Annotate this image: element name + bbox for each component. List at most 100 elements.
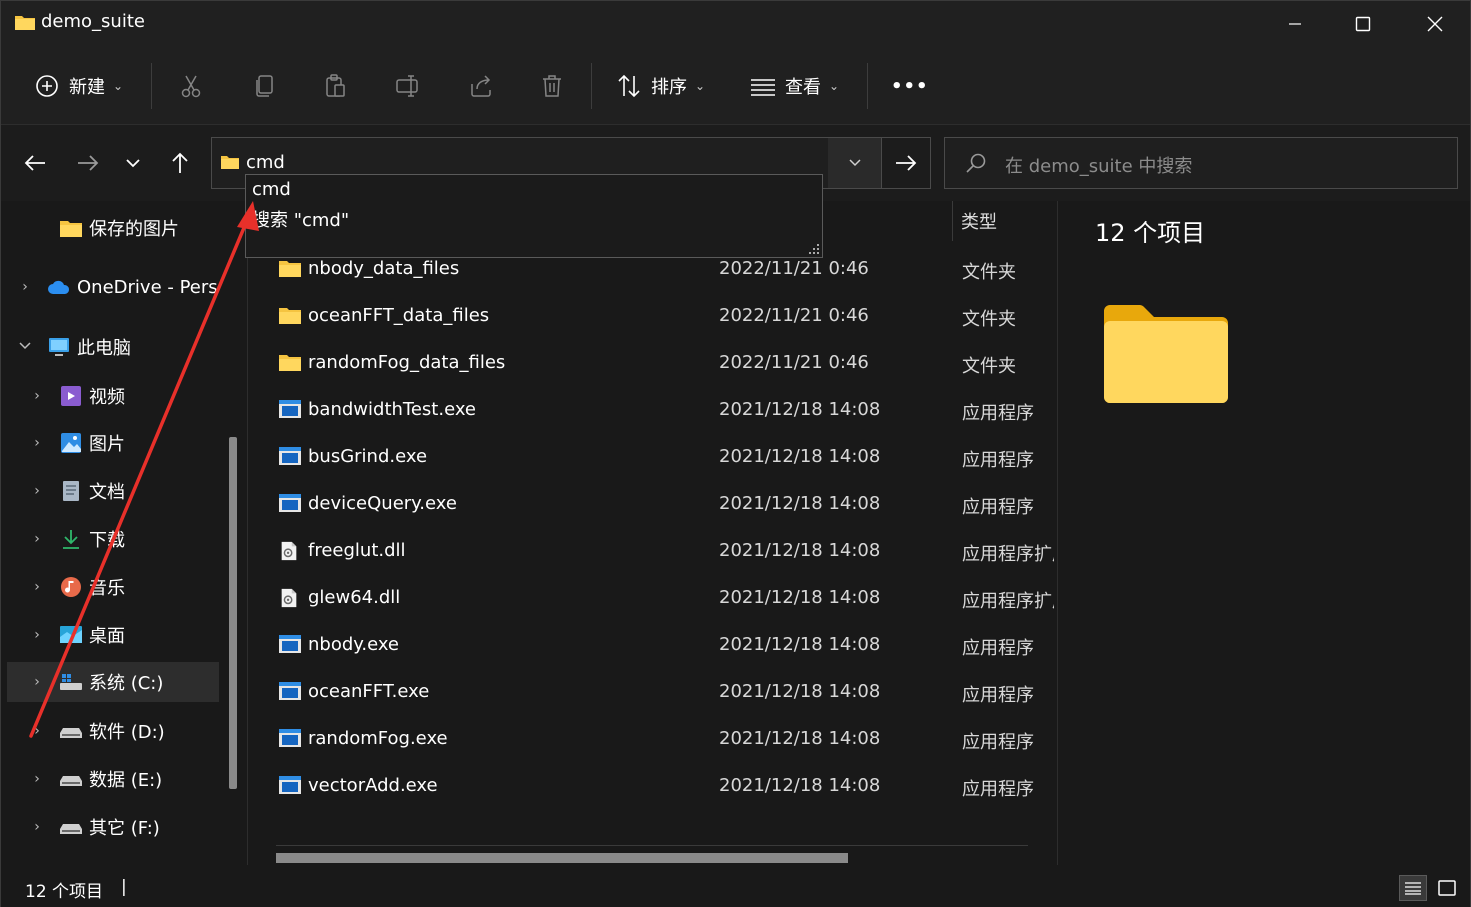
forward-button[interactable]: [70, 147, 106, 179]
column-separator[interactable]: [952, 201, 953, 241]
more-icon: •••: [891, 75, 929, 97]
chevron-right-icon[interactable]: ›: [29, 771, 45, 787]
file-name: randomFog.exe: [308, 728, 448, 749]
address-dropdown-button[interactable]: [828, 138, 881, 188]
sidebar-item-onedrive[interactable]: › OneDrive - Personal: [7, 267, 219, 307]
sidebar-item-drive-f[interactable]: › 其它 (F:): [7, 807, 219, 847]
navigation-pane: 保存的图片 › OneDrive - Personal 此电脑 › 视频 › 图…: [1, 201, 241, 865]
sidebar-item-music[interactable]: › 音乐: [7, 567, 219, 607]
chevron-right-icon[interactable]: ›: [29, 531, 45, 547]
folder-icon: [278, 305, 302, 327]
toolbar-divider: [591, 63, 592, 109]
horizontal-scrollbar[interactable]: [276, 853, 848, 863]
file-row[interactable]: busGrind.exe 2021/12/18 14:08 应用程序: [272, 436, 1054, 480]
chevron-right-icon[interactable]: ›: [29, 579, 45, 595]
folder-icon: [278, 352, 302, 374]
minimize-button[interactable]: [1261, 1, 1329, 47]
chevron-right-icon[interactable]: ›: [29, 819, 45, 835]
file-type: 应用程序扩展: [962, 591, 1054, 612]
recent-locations-button[interactable]: [115, 147, 151, 179]
file-row[interactable]: randomFog.exe 2021/12/18 14:08 应用程序: [272, 718, 1054, 762]
file-date: 2021/12/18 14:08: [719, 634, 881, 655]
sidebar-item-videos[interactable]: › 视频: [7, 376, 219, 416]
column-header-label: 类型: [961, 212, 997, 233]
file-row[interactable]: bandwidthTest.exe 2021/12/18 14:08 应用程序: [272, 389, 1054, 433]
file-row[interactable]: oceanFFT_data_files 2022/11/21 0:46 文件夹: [272, 295, 1054, 339]
go-button[interactable]: [881, 137, 931, 189]
chevron-right-icon[interactable]: ›: [29, 435, 45, 451]
cut-button[interactable]: [177, 47, 205, 125]
more-options-button[interactable]: •••: [891, 47, 929, 125]
delete-button[interactable]: [538, 47, 566, 125]
folder-icon: [278, 258, 302, 280]
sidebar-item-downloads[interactable]: › 下载: [7, 519, 219, 559]
file-type: 文件夹: [962, 309, 1016, 330]
large-icons-view-icon: [1438, 880, 1456, 896]
chevron-down-icon[interactable]: [17, 341, 33, 351]
search-box[interactable]: 在 demo_suite 中搜索: [944, 137, 1458, 189]
chevron-right-icon[interactable]: ›: [29, 627, 45, 643]
maximize-icon: [1355, 16, 1371, 32]
arrow-left-icon: [24, 155, 45, 171]
sidebar-item-this-pc[interactable]: 此电脑: [7, 327, 219, 367]
file-name: nbody_data_files: [308, 258, 460, 279]
autocomplete-item[interactable]: cmd: [252, 179, 291, 200]
file-date: 2021/12/18 14:08: [719, 681, 881, 702]
sidebar-item-documents[interactable]: › 文档: [7, 471, 219, 511]
sort-button[interactable]: 排序 ⌄: [615, 47, 705, 125]
trash-icon: [543, 75, 561, 97]
sidebar-item-pictures[interactable]: › 图片: [7, 423, 219, 463]
chevron-right-icon[interactable]: ›: [29, 674, 45, 690]
exe-icon: [278, 446, 302, 468]
chevron-right-icon[interactable]: ›: [29, 483, 45, 499]
title-bar: demo_suite: [1, 1, 1470, 47]
sidebar-item-label: 系统 (C:): [89, 673, 164, 694]
drive-c-icon: [60, 674, 82, 690]
maximize-button[interactable]: [1329, 1, 1397, 47]
sidebar-item-label: 保存的图片: [89, 219, 179, 240]
file-row[interactable]: deviceQuery.exe 2021/12/18 14:08 应用程序: [272, 483, 1054, 527]
sidebar-item-saved-pictures[interactable]: 保存的图片: [7, 208, 219, 248]
file-row[interactable]: freeglut.dll 2021/12/18 14:08 应用程序扩展: [272, 530, 1054, 574]
file-row[interactable]: randomFog_data_files 2022/11/21 0:46 文件夹: [272, 342, 1054, 386]
search-placeholder[interactable]: 在 demo_suite 中搜索: [1005, 152, 1192, 178]
chevron-right-icon[interactable]: ›: [17, 279, 33, 295]
address-autocomplete: cmd 搜索 "cmd": [245, 174, 823, 258]
rename-button[interactable]: [394, 47, 422, 125]
view-button[interactable]: 查看 ⌄: [749, 47, 839, 125]
sidebar-item-desktop[interactable]: › 桌面: [7, 615, 219, 655]
copy-button[interactable]: [251, 47, 279, 125]
sidebar-item-drive-e[interactable]: › 数据 (E:): [7, 759, 219, 799]
chevron-right-icon[interactable]: ›: [29, 388, 45, 404]
sidebar-item-label: 图片: [89, 434, 125, 455]
file-date: 2021/12/18 14:08: [719, 540, 881, 561]
details-view-button[interactable]: [1399, 875, 1427, 901]
file-row[interactable]: nbody.exe 2021/12/18 14:08 应用程序: [272, 624, 1054, 668]
close-button[interactable]: [1401, 1, 1469, 47]
chevron-right-icon[interactable]: ›: [29, 723, 45, 739]
sidebar-item-drive-c[interactable]: › 系统 (C:): [7, 662, 219, 702]
file-date: 2021/12/18 14:08: [719, 446, 881, 467]
new-button[interactable]: 新建 ⌄: [33, 47, 123, 125]
large-icons-view-button[interactable]: [1433, 875, 1461, 901]
paste-button[interactable]: [321, 47, 349, 125]
view-label: 查看: [785, 77, 821, 98]
file-date: 2022/11/21 0:46: [719, 258, 869, 279]
exe-icon: [278, 493, 302, 515]
share-button[interactable]: [467, 47, 495, 125]
sidebar-item-label: OneDrive - Personal: [77, 276, 219, 298]
address-input[interactable]: cmd: [246, 152, 285, 173]
resize-grip-icon[interactable]: [808, 243, 820, 255]
file-row[interactable]: vectorAdd.exe 2021/12/18 14:08 应用程序: [272, 765, 1054, 809]
sidebar-item-label: 其它 (F:): [89, 818, 160, 839]
file-list: 类型 nbody_data_files 2022/11/21 0:46 文件夹 oce…: [248, 201, 1056, 865]
up-button[interactable]: [162, 147, 198, 179]
sidebar-scrollbar[interactable]: [229, 437, 237, 789]
file-date: 2022/11/21 0:46: [719, 305, 869, 326]
column-header-type[interactable]: 类型: [961, 201, 997, 241]
sidebar-item-drive-d[interactable]: › 软件 (D:): [7, 711, 219, 751]
back-button[interactable]: [17, 147, 53, 179]
file-row[interactable]: glew64.dll 2021/12/18 14:08 应用程序扩展: [272, 577, 1054, 621]
autocomplete-item[interactable]: 搜索 "cmd": [252, 206, 349, 232]
file-row[interactable]: oceanFFT.exe 2021/12/18 14:08 应用程序: [272, 671, 1054, 715]
